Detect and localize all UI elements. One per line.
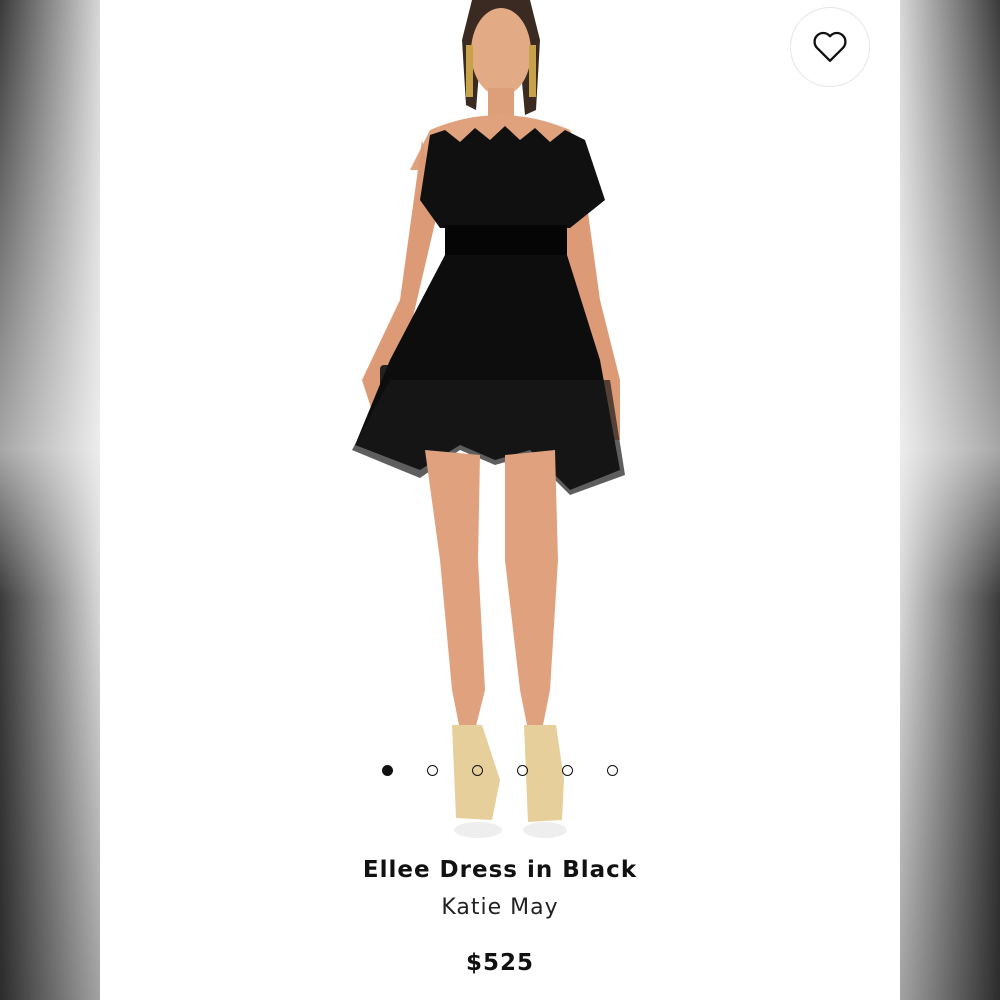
carousel-dot[interactable] [562,765,573,776]
carousel-dot[interactable] [427,765,438,776]
product-price: $525 [465,950,534,976]
left-backdrop [0,0,100,1000]
carousel-dot[interactable] [382,765,393,776]
product-photo[interactable] [100,0,900,845]
carousel-dot[interactable] [472,765,483,776]
heart-outline-icon [813,31,847,62]
favorite-button[interactable] [790,7,870,87]
product-screen: Ellee Dress in Black Katie May $525 [100,0,900,1000]
right-backdrop [900,0,1000,1000]
carousel-indicator [100,765,900,781]
carousel-dot[interactable] [607,765,618,776]
product-brand[interactable]: Katie May [100,895,900,920]
carousel-dot[interactable] [517,765,528,776]
product-title: Ellee Dress in Black [362,857,638,883]
